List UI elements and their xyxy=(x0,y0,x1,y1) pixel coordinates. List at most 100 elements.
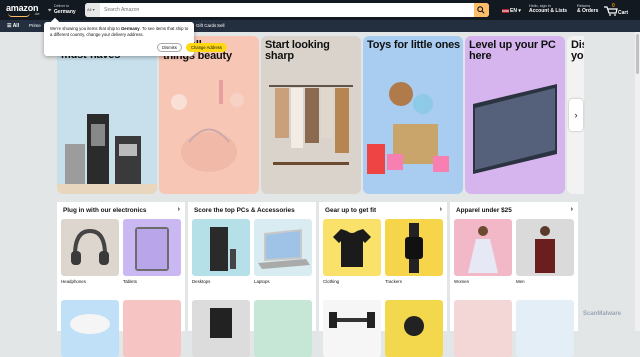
account-lists-button[interactable]: Hello, sign in Account & Lists xyxy=(529,4,567,14)
card-fitness: Gear up to get fit › Clothing Trackers xyxy=(319,202,447,357)
card-item-tablets[interactable] xyxy=(123,219,181,276)
popover-message: We're showing you items that ship to Ger… xyxy=(50,26,190,38)
hero-tile-pc[interactable]: Level up your PC here xyxy=(465,36,565,194)
card-item-label[interactable]: Women xyxy=(454,279,469,284)
kitchen-appliances-image xyxy=(57,114,157,194)
dumbbell-image xyxy=(329,312,375,328)
logo-suffix: .de xyxy=(34,11,40,16)
all-menu-label: All xyxy=(12,23,20,29)
card-item-headphones[interactable] xyxy=(61,219,119,276)
top-header: amazon .de ⌖ Deliver to Germany All ▾ EN… xyxy=(0,0,640,20)
card-item-label[interactable]: Tablets xyxy=(123,279,137,284)
desktop-tower-image xyxy=(210,227,236,271)
card-item-baby[interactable] xyxy=(516,300,574,357)
beauty-products-image xyxy=(171,80,244,172)
scrollbar-thumb[interactable] xyxy=(636,34,639,74)
logo-smile-icon xyxy=(8,13,30,17)
us-flag-icon xyxy=(502,8,509,13)
card-item-men[interactable] xyxy=(516,219,574,276)
card-title: Plug in with our electronics xyxy=(63,207,147,214)
card-item-label[interactable]: Desktops xyxy=(192,279,210,284)
location-pin-icon: ⌖ xyxy=(48,8,52,14)
card-item-label[interactable]: Laptops xyxy=(254,279,270,284)
nav-item-gift-cards[interactable]: Gift Cards xyxy=(196,23,216,28)
dress-image xyxy=(468,226,498,273)
cart-icon xyxy=(604,6,618,16)
card-item-weights[interactable] xyxy=(385,300,443,357)
dismiss-button[interactable]: Dismiss xyxy=(157,43,182,52)
nav-item-prime[interactable]: Prime xyxy=(29,23,41,28)
card-item-desktops[interactable] xyxy=(192,219,250,276)
search-category-label: All xyxy=(87,7,92,12)
search-input[interactable] xyxy=(102,3,472,17)
change-address-button[interactable]: Change Address xyxy=(186,43,227,52)
laptop-image xyxy=(473,84,557,174)
hero-tile-title: Level up your PC here xyxy=(469,39,556,62)
search-icon xyxy=(477,6,485,14)
suit-image xyxy=(535,226,555,273)
card-title: Gear up to get fit xyxy=(325,207,377,214)
hero-tile-title: Start looking sharp xyxy=(265,39,330,62)
search-button[interactable] xyxy=(474,3,489,17)
deliver-country: Germany xyxy=(54,9,76,15)
card-title: Score the top PCs & Accessories xyxy=(194,207,295,214)
hero-tile-beauty[interactable]: all things beauty xyxy=(159,36,259,194)
language-label: EN xyxy=(510,8,517,14)
hero-tile-title: Toys for little ones xyxy=(367,39,460,51)
chevron-right-icon[interactable]: › xyxy=(571,206,573,213)
kettlebell-image xyxy=(404,316,424,336)
card-item-trackers[interactable] xyxy=(385,219,443,276)
chevron-right-icon[interactable]: › xyxy=(440,206,442,213)
orders-label: & Orders xyxy=(577,8,599,14)
address-popover: We're showing you items that ship to Ger… xyxy=(44,17,227,56)
card-item-label[interactable]: Trackers xyxy=(385,279,402,284)
card-item-label[interactable]: Clothing xyxy=(323,279,339,284)
card-item-speakers[interactable] xyxy=(123,300,181,357)
hero-tile-toys[interactable]: Toys for little ones xyxy=(363,36,463,194)
card-item-equipment[interactable] xyxy=(323,300,381,357)
card-item-clothing[interactable] xyxy=(323,219,381,276)
cart-label: Cart xyxy=(618,10,629,16)
search-bar: All ▾ xyxy=(85,3,489,17)
card-item-label[interactable]: Men xyxy=(516,279,525,284)
cart-button[interactable]: 0 Cart xyxy=(604,3,634,17)
card-electronics: Plug in with our electronics › Headphone… xyxy=(57,202,185,357)
carousel-next-button[interactable]: › xyxy=(569,99,583,131)
card-item-label[interactable]: Headphones xyxy=(61,279,86,284)
toys-image xyxy=(367,82,449,174)
tshirt-image xyxy=(333,229,371,267)
card-item-accessories[interactable] xyxy=(254,300,312,357)
controller-image xyxy=(70,314,110,334)
deliver-to-label: Deliver to xyxy=(54,4,70,8)
language-selector[interactable]: EN ▾ xyxy=(502,8,521,14)
card-title: Apparel under $25 xyxy=(456,207,512,214)
cart-count: 0 xyxy=(612,3,615,9)
hero-tile-title: Dis yo xyxy=(571,39,584,62)
popover-country: Germany xyxy=(120,26,140,31)
hero-tile-must-haves[interactable]: must-haves xyxy=(57,36,157,194)
nav-item-sell[interactable]: Sell xyxy=(217,23,225,28)
account-lists-label: Account & Lists xyxy=(529,8,568,14)
chevron-right-icon: › xyxy=(574,110,578,120)
hero-tile-fashion[interactable]: Start looking sharp xyxy=(261,36,361,194)
page-scrollbar[interactable] xyxy=(635,32,640,331)
hard-drive-image xyxy=(210,308,232,338)
card-apparel: Apparel under $25 › Women Men xyxy=(450,202,578,357)
card-item-gaming[interactable] xyxy=(61,300,119,357)
returns-orders-button[interactable]: Returns & Orders xyxy=(577,4,598,14)
card-item-drives[interactable] xyxy=(192,300,250,357)
card-item-laptops[interactable] xyxy=(254,219,312,276)
card-item-girls[interactable] xyxy=(454,300,512,357)
card-pcs: Score the top PCs & Accessories Desktops… xyxy=(188,202,316,357)
all-menu-button[interactable]: ☰ All xyxy=(7,23,19,29)
watermark: ScanMalware xyxy=(583,311,622,317)
card-item-women[interactable] xyxy=(454,219,512,276)
search-category-select[interactable]: All ▾ xyxy=(85,3,100,17)
tablet-image xyxy=(135,227,169,271)
fitness-tracker-image xyxy=(405,223,423,273)
clothing-rack-image xyxy=(269,85,353,165)
popover-message-pre: We're showing you items that ship to xyxy=(50,26,121,31)
laptop-image xyxy=(258,229,310,269)
chevron-right-icon[interactable]: › xyxy=(178,206,180,213)
headphones-image xyxy=(71,228,109,265)
